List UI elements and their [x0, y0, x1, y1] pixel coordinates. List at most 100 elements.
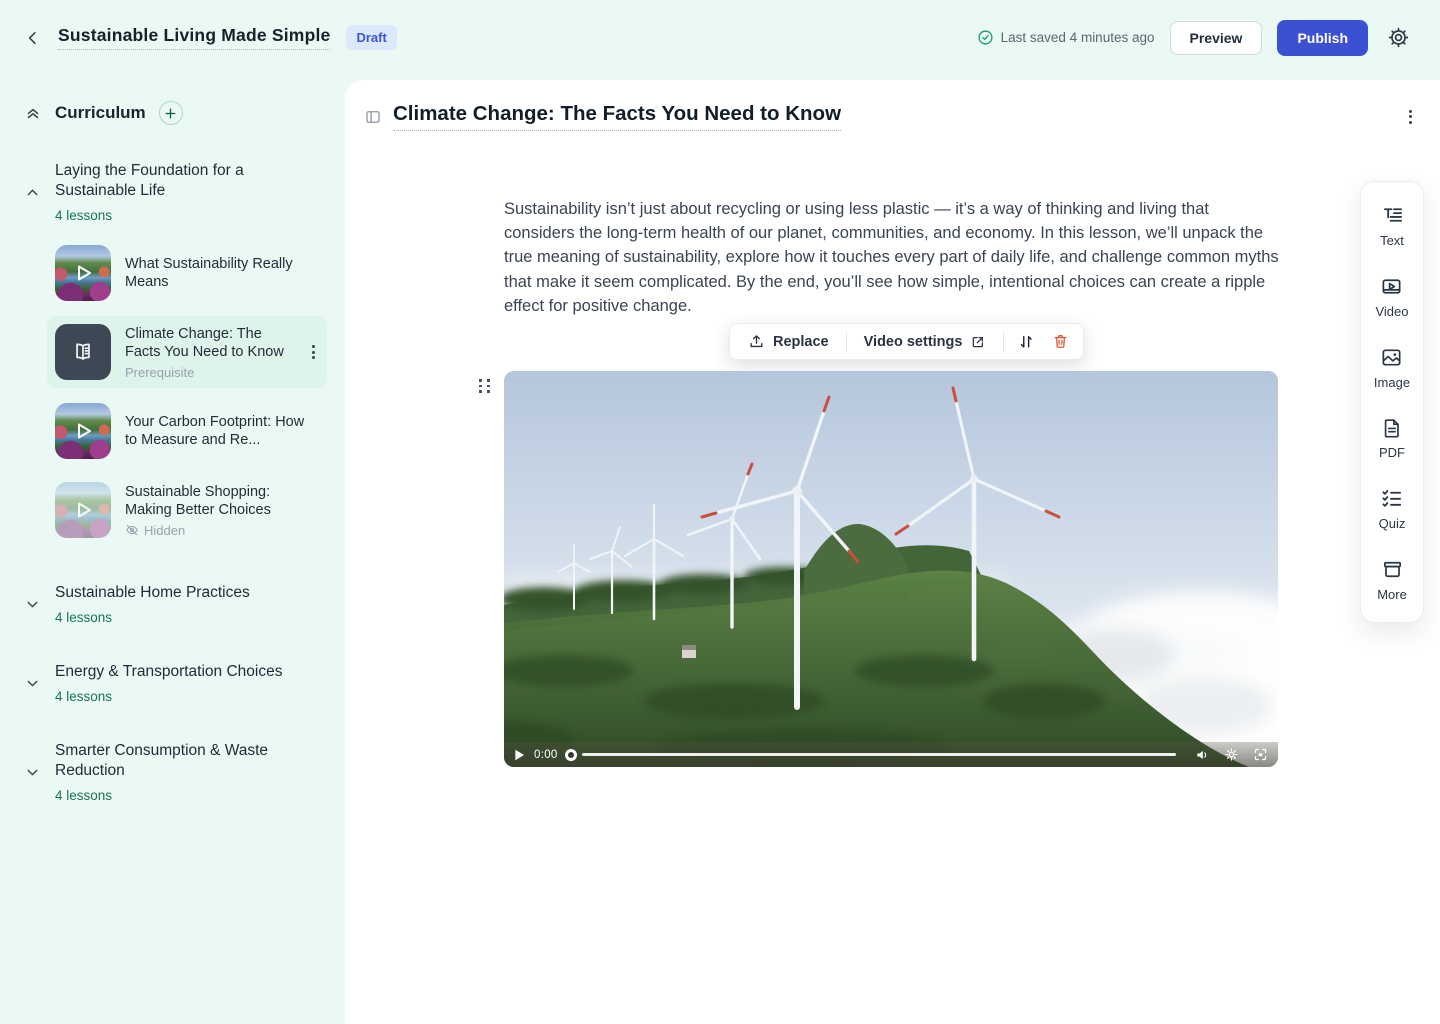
lesson-item[interactable]: What Sustainability Really Means	[47, 237, 327, 309]
lesson-title: Sustainable Shopping: Making Better Choi…	[125, 483, 319, 520]
lesson-badge-hidden: Hidden	[144, 523, 185, 538]
settings-button[interactable]	[1383, 22, 1414, 53]
insert-more-label: More	[1377, 587, 1407, 602]
pdf-icon	[1381, 417, 1403, 439]
back-button[interactable]	[20, 25, 46, 51]
insert-text-button[interactable]: Text	[1380, 204, 1404, 248]
seek-handle[interactable]	[565, 749, 577, 761]
plus-icon	[164, 107, 177, 120]
curriculum-section: Smarter Consumption & Waste Reduction 4 …	[20, 741, 329, 803]
play-icon	[70, 418, 96, 444]
lesson-editor-panel: Climate Change: The Facts You Need to Kn…	[345, 80, 1440, 1024]
chevron-up-icon[interactable]	[20, 161, 44, 223]
volume-icon[interactable]	[1195, 748, 1210, 762]
curriculum-title: Curriculum	[55, 103, 146, 123]
open-book-icon	[70, 339, 96, 365]
play-icon	[70, 497, 96, 523]
insert-quiz-button[interactable]: Quiz	[1379, 487, 1406, 531]
preview-button[interactable]: Preview	[1170, 21, 1263, 55]
curriculum-section: Energy & Transportation Choices 4 lesson…	[20, 662, 329, 704]
video-settings-button[interactable]: Video settings	[853, 328, 998, 356]
lesson-options-button[interactable]	[1405, 106, 1416, 128]
external-link-icon	[970, 334, 986, 350]
toolbar-divider	[846, 332, 847, 352]
section-title: Laying the Foundation for a Sustainable …	[55, 161, 295, 201]
video-controls-bar: 0:00	[504, 742, 1278, 767]
fullscreen-icon[interactable]	[1253, 747, 1268, 762]
replace-video-button[interactable]: Replace	[737, 327, 840, 356]
play-button-icon[interactable]	[514, 749, 525, 761]
insert-video-button[interactable]: Video	[1375, 275, 1408, 319]
curriculum-section: Laying the Foundation for a Sustainable …	[20, 161, 329, 546]
insert-text-label: Text	[1380, 233, 1404, 248]
delete-block-button[interactable]	[1045, 327, 1076, 356]
lesson-title: What Sustainability Really Means	[125, 255, 319, 292]
check-circle-icon	[977, 29, 994, 46]
lesson-menu-button[interactable]	[308, 341, 319, 363]
insert-image-label: Image	[1374, 375, 1410, 390]
trash-icon	[1052, 333, 1069, 350]
insert-more-button[interactable]: More	[1377, 558, 1407, 602]
insert-quiz-label: Quiz	[1379, 516, 1406, 531]
insert-image-button[interactable]: Image	[1374, 346, 1410, 390]
publish-button[interactable]: Publish	[1277, 20, 1368, 56]
player-settings-icon[interactable]	[1224, 747, 1239, 762]
text-icon	[1381, 204, 1404, 227]
gear-icon	[1387, 26, 1410, 49]
curriculum-section: Sustainable Home Practices 4 lessons	[20, 583, 329, 625]
last-saved-status: Last saved 4 minutes ago	[977, 29, 1155, 46]
status-badge: Draft	[346, 25, 396, 50]
lesson-video-thumbnail	[55, 482, 111, 538]
play-icon	[70, 260, 96, 286]
reorder-block-button[interactable]	[1010, 327, 1042, 357]
course-title[interactable]: Sustainable Living Made Simple	[58, 25, 330, 50]
lesson-title: Climate Change: The Facts You Need to Kn…	[125, 325, 294, 362]
seek-track[interactable]	[582, 753, 1176, 756]
video-icon	[1380, 275, 1403, 298]
section-header[interactable]: Laying the Foundation for a Sustainable …	[20, 161, 329, 223]
chevron-left-icon	[24, 29, 42, 47]
last-saved-text: Last saved 4 minutes ago	[1001, 30, 1155, 45]
image-icon	[1380, 346, 1403, 369]
collapse-all-icon[interactable]	[24, 104, 42, 122]
chevron-down-icon[interactable]	[20, 741, 44, 803]
section-header[interactable]: Sustainable Home Practices 4 lessons	[20, 583, 329, 625]
section-header[interactable]: Smarter Consumption & Waste Reduction 4 …	[20, 741, 329, 803]
toolbar-divider	[1003, 332, 1004, 352]
chevron-down-icon[interactable]	[20, 583, 44, 625]
section-title: Smarter Consumption & Waste Reduction	[55, 741, 295, 781]
video-settings-label: Video settings	[864, 334, 963, 350]
curriculum-sidebar: Curriculum Laying the Foundation for a S…	[0, 75, 345, 1024]
eye-off-icon	[125, 523, 139, 537]
lesson-video-player[interactable]: 0:00	[504, 371, 1278, 767]
video-frame-wind-turbines	[504, 371, 1278, 767]
insert-video-label: Video	[1375, 304, 1408, 319]
lesson-intro-paragraph[interactable]: Sustainability isn’t just about recyclin…	[504, 197, 1284, 318]
add-section-button[interactable]	[159, 101, 183, 125]
block-drag-handle[interactable]	[475, 375, 495, 397]
section-title: Energy & Transportation Choices	[55, 662, 282, 682]
lesson-title: Your Carbon Footprint: How to Measure an…	[125, 413, 319, 450]
section-lesson-count: 4 lessons	[55, 689, 282, 704]
lesson-video-thumbnail	[55, 245, 111, 301]
section-title: Sustainable Home Practices	[55, 583, 250, 603]
lesson-badge-prerequisite: Prerequisite	[125, 365, 294, 380]
section-header[interactable]: Energy & Transportation Choices 4 lesson…	[20, 662, 329, 704]
lesson-item-selected[interactable]: Climate Change: The Facts You Need to Kn…	[47, 316, 327, 388]
chevron-down-icon[interactable]	[20, 662, 44, 704]
section-lesson-count: 4 lessons	[55, 208, 295, 223]
lesson-item-hidden[interactable]: Sustainable Shopping: Making Better Choi…	[47, 474, 327, 546]
more-icon	[1381, 558, 1404, 581]
lesson-reading-thumbnail	[55, 324, 111, 380]
video-current-time: 0:00	[534, 749, 558, 761]
insert-pdf-label: PDF	[1379, 445, 1405, 460]
video-block-toolbar: Replace Video settings	[729, 323, 1084, 360]
lesson-page-title[interactable]: Climate Change: The Facts You Need to Kn…	[393, 102, 841, 131]
toggle-sidebar-button[interactable]	[362, 106, 384, 128]
top-header: Sustainable Living Made Simple Draft Las…	[0, 0, 1440, 75]
sort-arrows-icon	[1017, 333, 1035, 351]
lesson-item[interactable]: Your Carbon Footprint: How to Measure an…	[47, 395, 327, 467]
insert-block-toolbar: Text Video Image PDF Quiz More	[1360, 181, 1424, 623]
insert-pdf-button[interactable]: PDF	[1379, 417, 1405, 460]
replace-label: Replace	[773, 334, 829, 350]
